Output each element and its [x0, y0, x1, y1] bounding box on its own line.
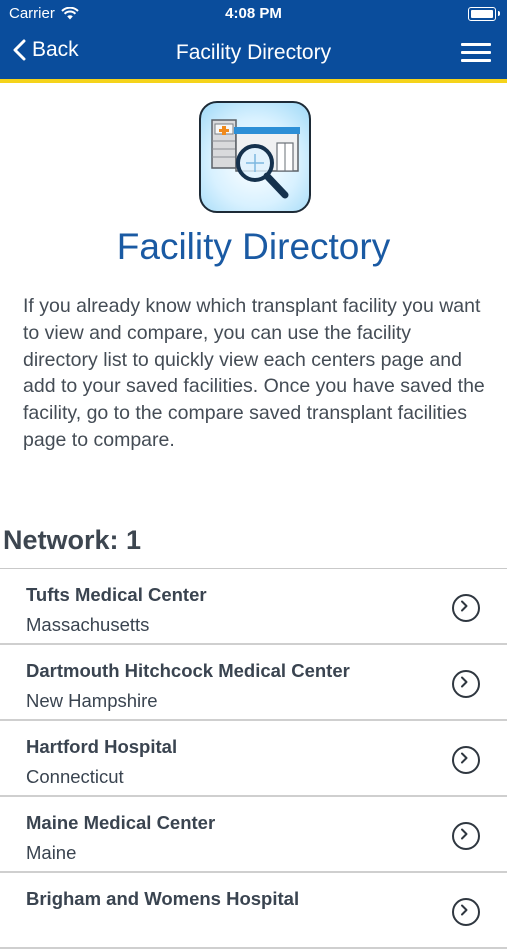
hamburger-menu-icon[interactable] — [461, 43, 491, 63]
facility-list: Tufts Medical Center Massachusetts Dartm… — [0, 568, 507, 949]
facility-state: Massachusetts — [26, 614, 150, 635]
facility-state: Connecticut — [26, 766, 124, 787]
network-heading: Network: 1 — [3, 525, 142, 555]
status-bar: Carrier 4:08 PM — [0, 0, 507, 28]
facility-name: Tufts Medical Center — [26, 584, 207, 605]
chevron-right-circle-icon[interactable] — [452, 746, 480, 774]
nav-title: Facility Directory — [175, 41, 332, 64]
facility-state: Maine — [26, 842, 77, 863]
facility-name: Dartmouth Hitchcock Medical Center — [26, 660, 350, 681]
chevron-right-circle-icon[interactable] — [452, 670, 480, 698]
facility-state: New Hampshire — [26, 690, 158, 711]
facility-row[interactable]: Brigham and Womens Hospital — [0, 873, 507, 949]
facility-name: Maine Medical Center — [26, 812, 216, 833]
page-title: Facility Directory — [116, 226, 391, 267]
facility-row[interactable]: Maine Medical Center Maine — [0, 797, 507, 873]
facility-row[interactable]: Tufts Medical Center Massachusetts — [0, 569, 507, 645]
facility-name: Brigham and Womens Hospital — [26, 888, 300, 909]
facility-name: Hartford Hospital — [26, 736, 178, 757]
intro-paragraph: If you already know which transplant fac… — [23, 295, 485, 451]
battery-icon — [468, 7, 500, 21]
chevron-right-circle-icon[interactable] — [452, 822, 480, 850]
facility-search-icon — [199, 101, 311, 213]
facility-row[interactable]: Dartmouth Hitchcock Medical Center New H… — [0, 645, 507, 721]
chevron-right-circle-icon[interactable] — [452, 898, 480, 926]
clock: 4:08 PM — [225, 5, 282, 22]
chevron-right-circle-icon[interactable] — [452, 594, 480, 622]
navigation-bar: Back Facility Directory — [0, 28, 507, 83]
facility-row[interactable]: Hartford Hospital Connecticut — [0, 721, 507, 797]
